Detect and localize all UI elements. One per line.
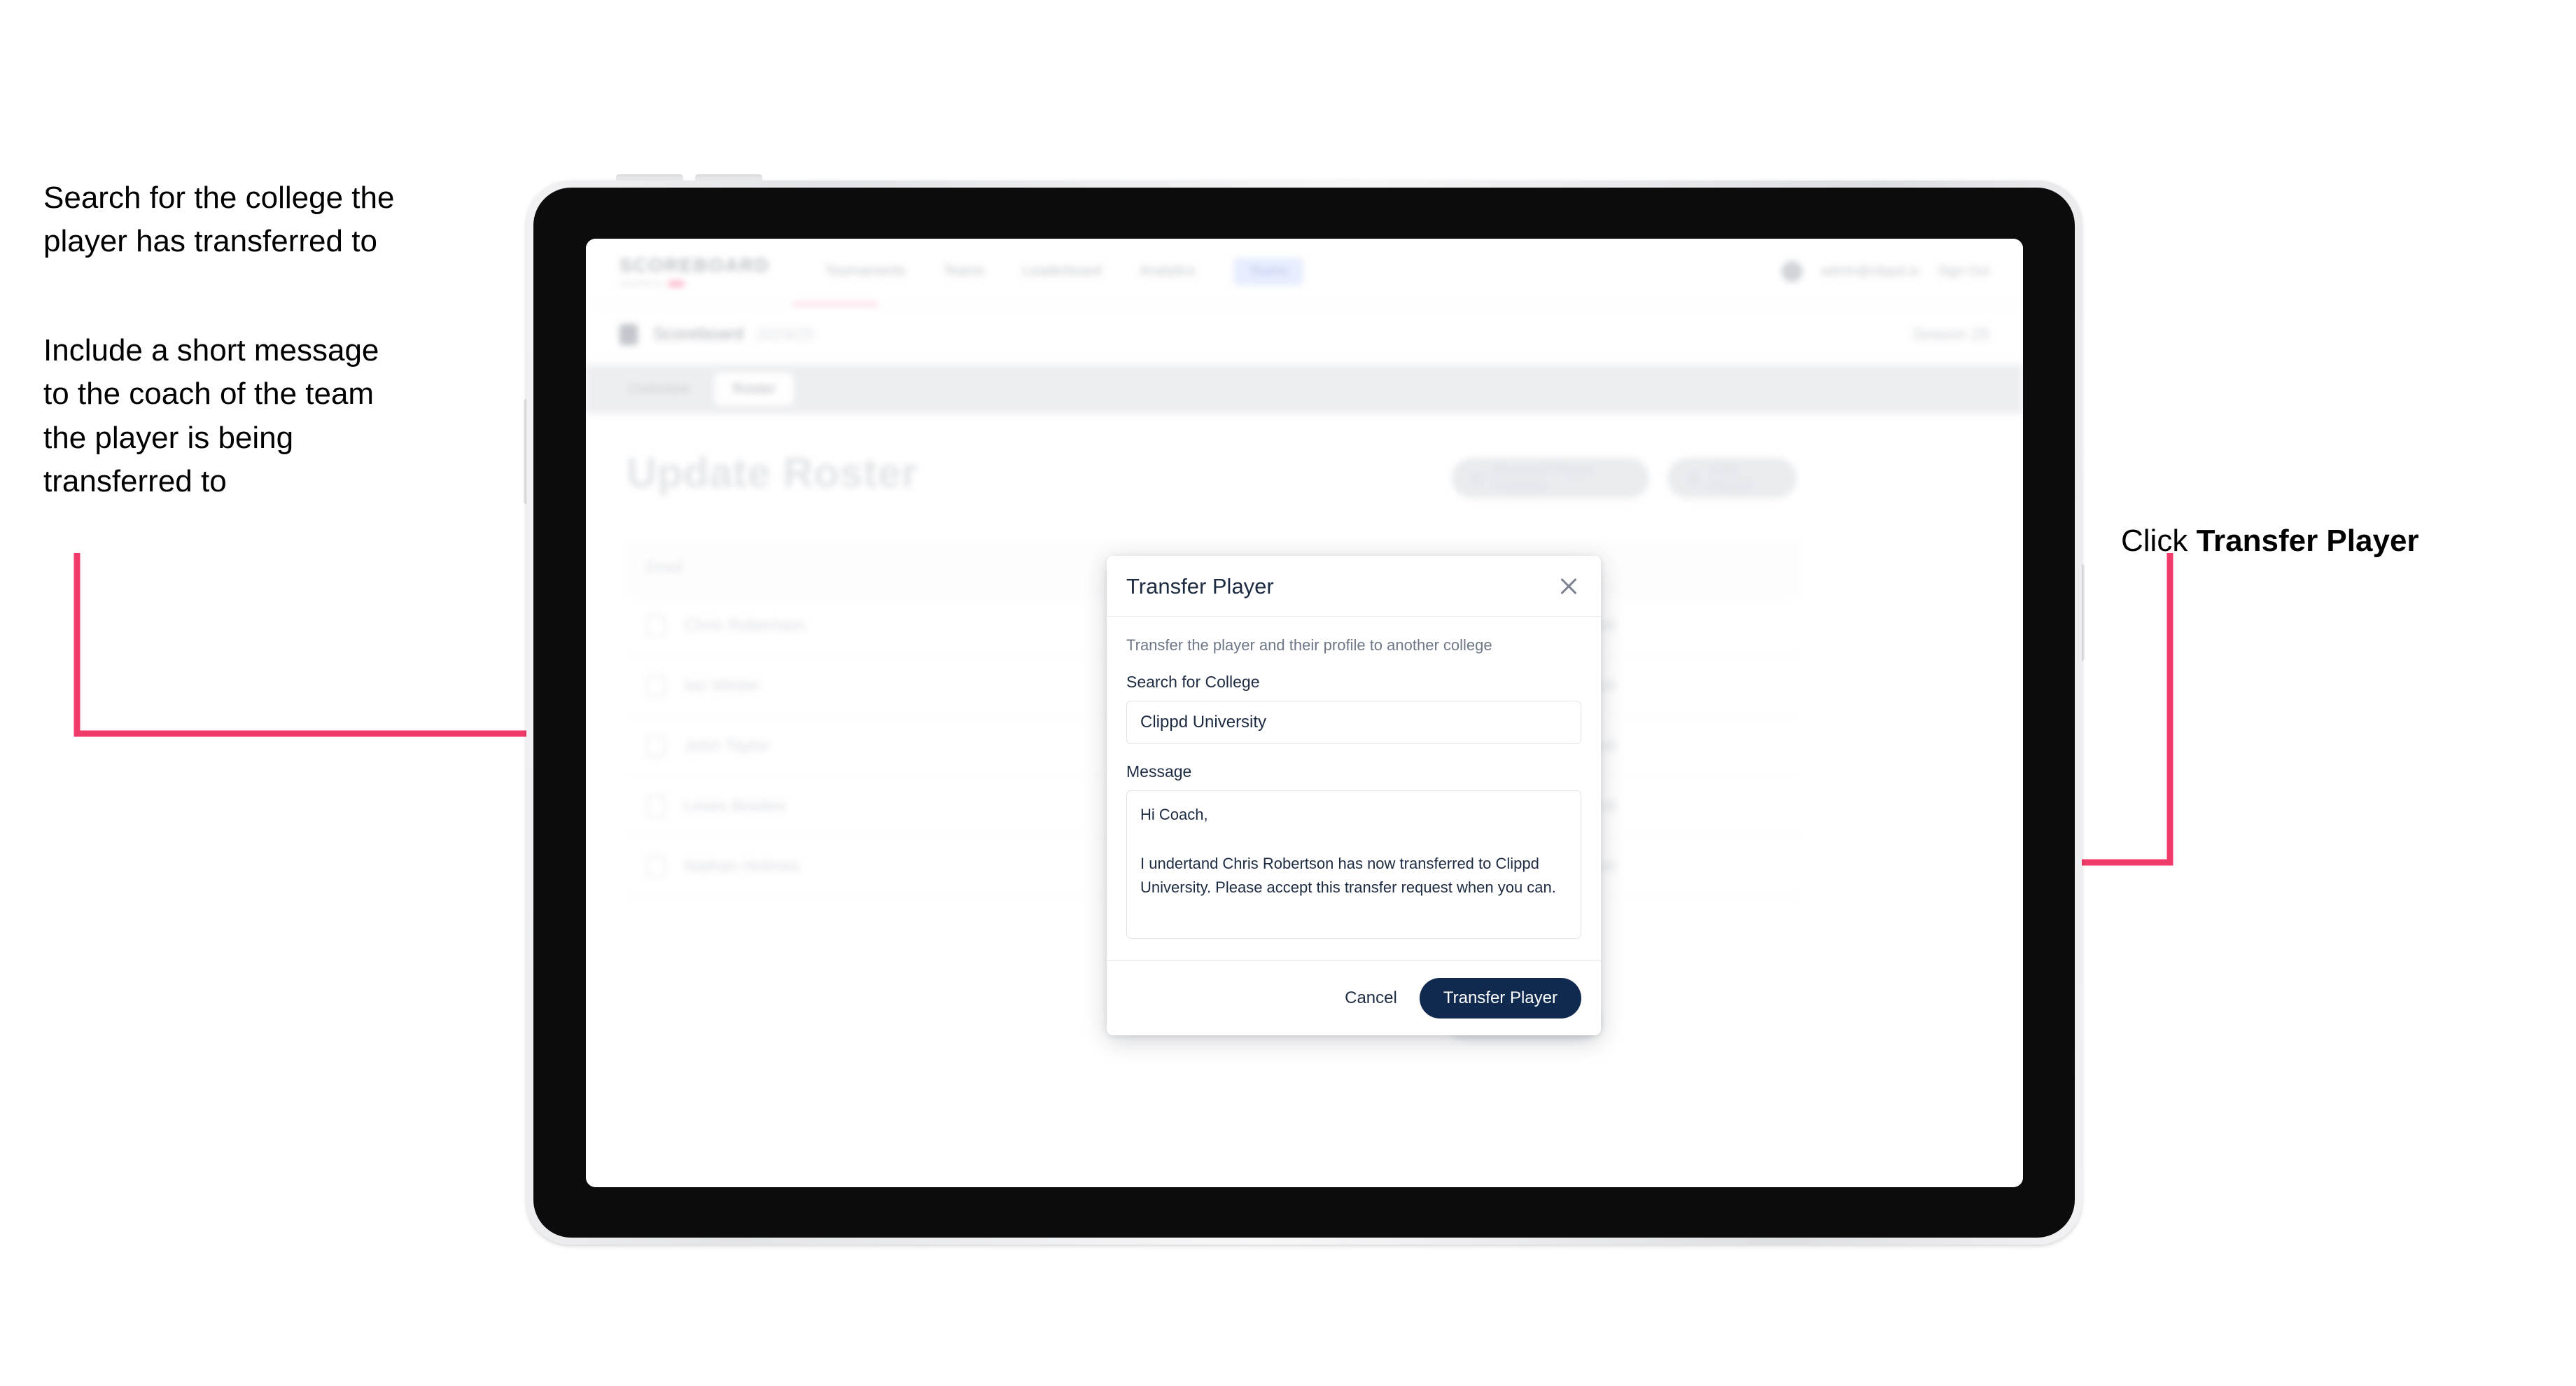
app-viewport: SCOREBOARD powered by Tournaments Teams … [586,239,2023,1187]
modal-body: Transfer the player and their profile to… [1107,617,1601,960]
modal-title: Transfer Player [1126,574,1274,598]
close-icon[interactable] [1556,574,1581,599]
transfer-player-modal: Transfer Player Transfer the player and … [1107,556,1601,1035]
modal-footer: Cancel Transfer Player [1107,960,1601,1035]
annotation-include-message: Include a short message to the coach of … [43,333,379,499]
annotation-right-prefix: Click [2121,524,2197,559]
tablet-device-frame: SCOREBOARD powered by Tournaments Teams … [526,181,2082,1245]
modal-header: Transfer Player [1107,556,1601,617]
transfer-player-button[interactable]: Transfer Player [1419,978,1581,1018]
search-college-input[interactable] [1126,701,1581,744]
message-label: Message [1126,762,1192,780]
search-college-label: Search for College [1126,673,1260,691]
message-textarea[interactable] [1126,790,1581,939]
modal-description: Transfer the player and their profile to… [1126,636,1492,654]
annotation-click-transfer: Click Transfer Player [2121,476,2555,564]
tablet-bezel: SCOREBOARD powered by Tournaments Teams … [533,188,2075,1238]
annotation-search-college: Search for the college the player has tr… [43,181,395,259]
annotation-right-bold: Transfer Player [2196,524,2419,559]
field-spacer [1126,744,1581,762]
tablet-screen: SCOREBOARD powered by Tournaments Teams … [586,239,2023,1187]
screenshot-root: Search for the college the player has tr… [0,0,2576,1386]
cancel-button[interactable]: Cancel [1340,983,1401,1014]
